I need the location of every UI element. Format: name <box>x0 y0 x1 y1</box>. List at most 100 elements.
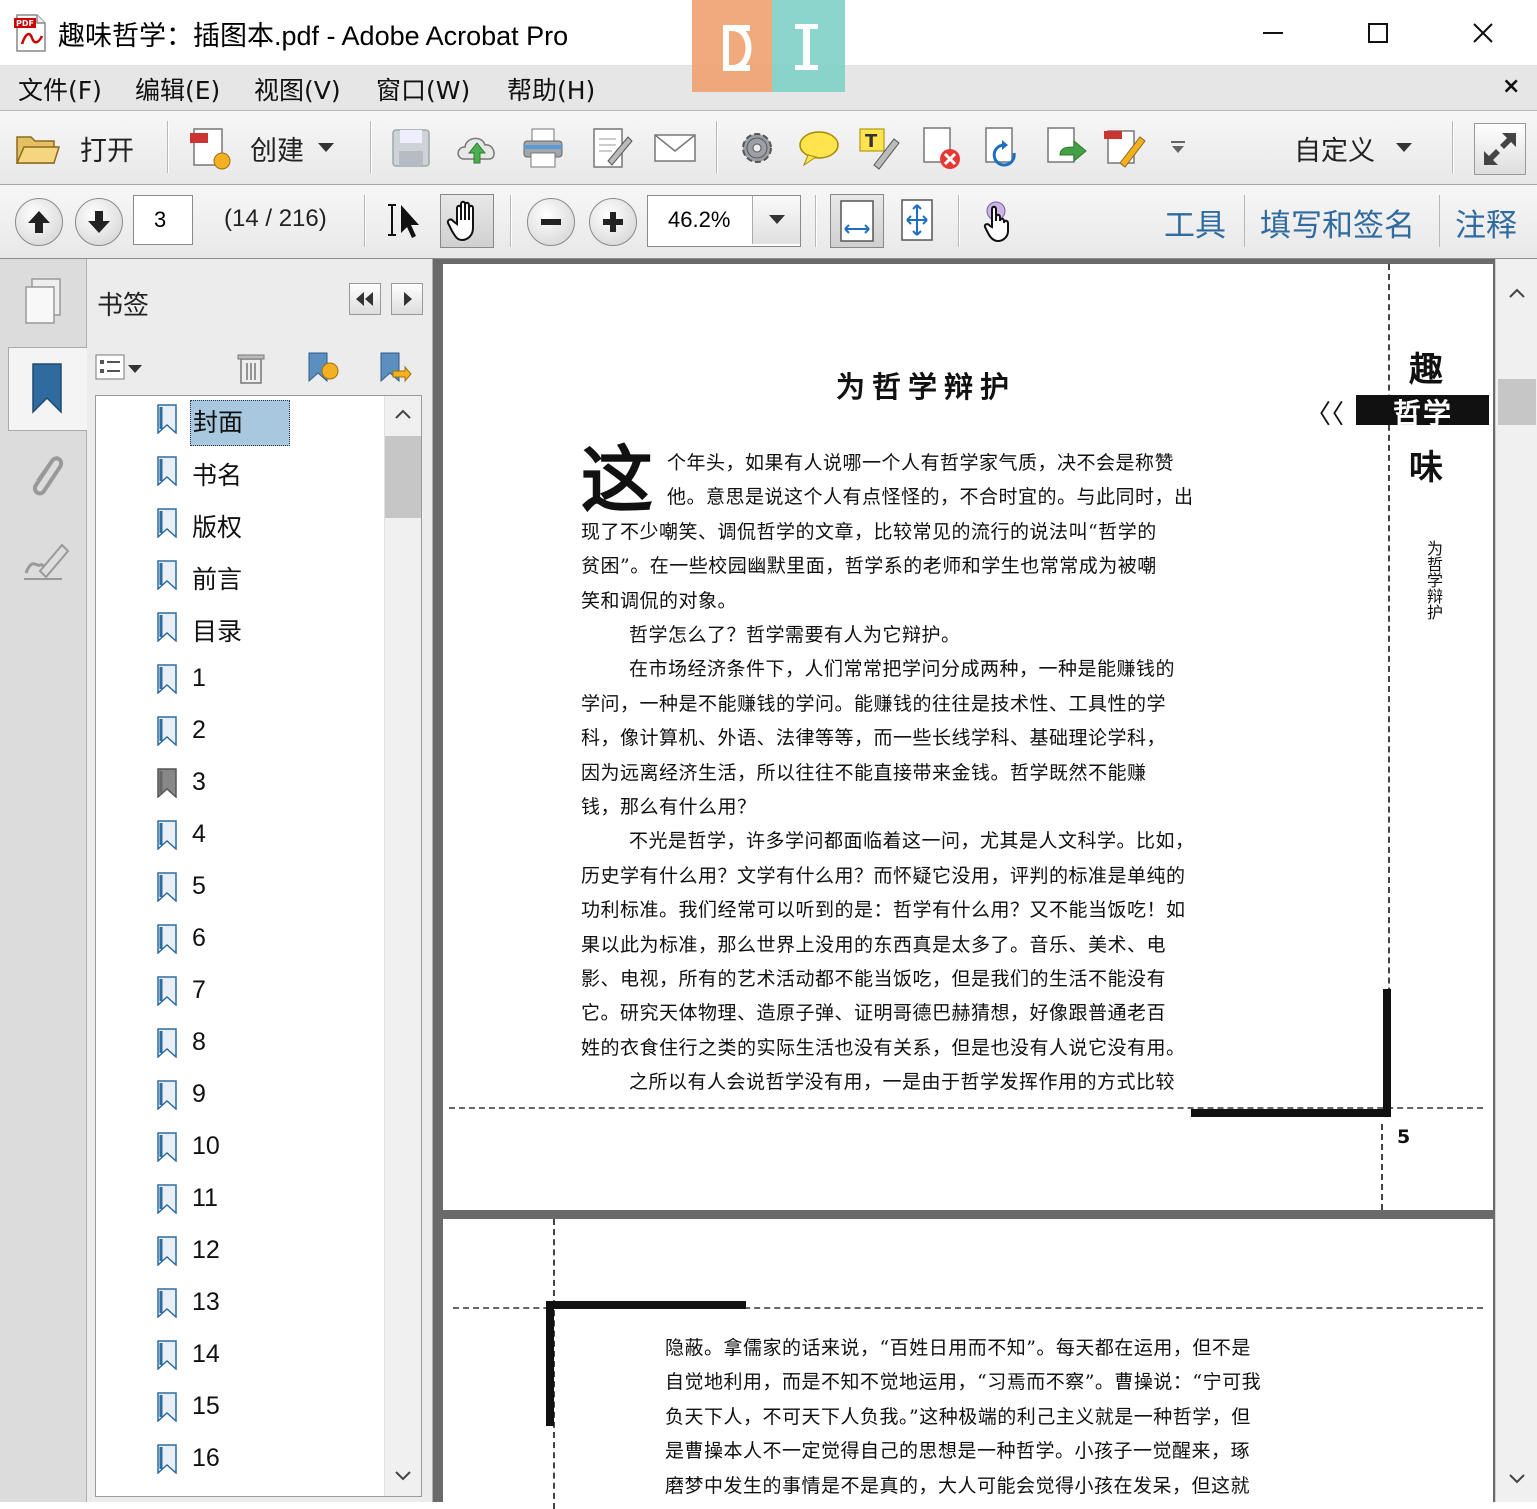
bookmark-item[interactable]: 8 <box>96 1022 386 1074</box>
email-icon[interactable] <box>652 125 698 171</box>
bookmark-icon <box>157 664 177 694</box>
select-tool-icon[interactable] <box>383 197 429 243</box>
zoom-select[interactable]: 46.2% <box>647 195 801 247</box>
tools-pane-button[interactable]: 工具 <box>1164 200 1226 245</box>
bookmark-scrollbar[interactable] <box>384 396 421 1496</box>
next-page-button[interactable] <box>75 198 123 246</box>
edit-text-icon[interactable] <box>1102 125 1148 171</box>
document-scrollbar[interactable] <box>1495 259 1537 1502</box>
side-title-banner-text: 哲学 <box>1393 397 1454 430</box>
scroll-up-icon[interactable] <box>1509 287 1525 299</box>
bookmark-item[interactable]: 11 <box>96 1178 386 1230</box>
menu-view[interactable]: 视图(V) <box>254 71 341 107</box>
attachment-icon[interactable] <box>22 447 66 503</box>
page-thumbnails-icon[interactable] <box>22 277 66 327</box>
touch-read-icon[interactable] <box>976 197 1022 243</box>
minimize-button[interactable] <box>1220 0 1325 65</box>
bookmark-item[interactable]: 封面 <box>96 398 386 450</box>
gear-icon[interactable] <box>734 125 780 171</box>
bookmark-from-selection-icon[interactable] <box>377 351 413 385</box>
maximize-button[interactable] <box>1325 0 1430 65</box>
extract-page-icon[interactable] <box>1042 125 1088 171</box>
page-number-input[interactable] <box>133 195 193 245</box>
side-subtitle: 为哲学辩护 <box>1424 540 1443 620</box>
scroll-down-icon[interactable] <box>395 1470 411 1482</box>
fit-width-button[interactable] <box>830 194 884 248</box>
bookmark-icon <box>157 976 177 1006</box>
text-highlight-icon[interactable]: T <box>856 125 902 171</box>
bookmark-item[interactable]: 3 <box>96 762 386 814</box>
bookmark-item[interactable]: 12 <box>96 1230 386 1282</box>
bookmark-icon <box>157 1288 177 1318</box>
options-menu-icon[interactable] <box>95 353 147 383</box>
double-chevron-left-icon <box>356 292 373 306</box>
zoom-in-button[interactable] <box>589 198 637 246</box>
bookmark-item[interactable]: 前言 <box>96 554 386 606</box>
bookmark-item[interactable]: 16 <box>96 1438 386 1490</box>
bookmark-item[interactable]: 2 <box>96 710 386 762</box>
toolbar-separator <box>716 121 718 173</box>
customize-button[interactable]: 自定义 <box>1294 123 1434 173</box>
zoom-out-button[interactable] <box>527 198 575 246</box>
print-icon[interactable] <box>520 125 566 171</box>
side-title-char: 趣 <box>1409 350 1443 390</box>
zoom-dropdown-button[interactable] <box>752 196 800 244</box>
bookmark-item[interactable]: 目录 <box>96 606 386 658</box>
trash-icon[interactable] <box>237 351 265 385</box>
minimize-icon <box>1262 31 1283 34</box>
expand-button[interactable] <box>1474 123 1526 175</box>
bookmark-item[interactable]: 10 <box>96 1126 386 1178</box>
toolbar-separator <box>1452 121 1454 173</box>
bookmark-item[interactable]: 9 <box>96 1074 386 1126</box>
scroll-up-icon[interactable] <box>395 408 411 420</box>
open-button[interactable]: 打开 <box>12 123 152 173</box>
bookmark-item[interactable]: 书名 <box>96 450 386 502</box>
text-line: 功利标准。我们经常可以听到的是：哲学有什么用？又不能当饭吃！如 <box>581 899 1186 922</box>
create-button[interactable]: 创建 <box>186 123 346 173</box>
signature-icon[interactable] <box>22 537 70 583</box>
bookmark-item[interactable]: 6 <box>96 918 386 970</box>
fit-page-icon[interactable] <box>894 197 940 243</box>
bookmark-item[interactable]: 版权 <box>96 502 386 554</box>
collapse-panel-button[interactable] <box>349 283 381 315</box>
new-bookmark-icon[interactable] <box>305 351 341 385</box>
bookmark-item[interactable]: 14 <box>96 1334 386 1386</box>
document-view[interactable]: 为哲学辩护 这 个年头，如果有人说哪一个人有哲学家气质，决不会是称赞 他。意思是说… <box>433 259 1537 1509</box>
bookmark-item[interactable]: 5 <box>96 866 386 918</box>
bookmark-item[interactable]: 1 <box>96 658 386 710</box>
text-line: 隐蔽。拿儒家的话来说，“百姓日用而不知”。每天都在运用，但不是 <box>665 1337 1251 1359</box>
bookmark-label: 6 <box>192 924 206 952</box>
rotate-page-icon[interactable] <box>980 125 1026 171</box>
edit-document-icon[interactable] <box>588 125 634 171</box>
hand-tool-button[interactable] <box>440 194 494 248</box>
bookmark-scroll-thumb[interactable] <box>385 436 421 518</box>
document-scroll-thumb[interactable] <box>1498 379 1536 425</box>
close-window-button[interactable] <box>1430 0 1535 65</box>
menu-close-button[interactable]: × <box>1502 74 1520 99</box>
bookmark-item[interactable]: 7 <box>96 970 386 1022</box>
bookmark-item[interactable]: 13 <box>96 1282 386 1334</box>
bookmark-icon <box>157 508 177 538</box>
delete-page-icon[interactable] <box>918 125 964 171</box>
bookmark-item[interactable]: 4 <box>96 814 386 866</box>
bookmark-label: 7 <box>192 976 206 1004</box>
bookmark-label: 目录 <box>192 618 243 646</box>
menu-file[interactable]: 文件(F) <box>18 71 102 107</box>
bookmarks-tab[interactable] <box>8 347 87 431</box>
bookmark-icon <box>157 820 177 850</box>
bookmark-item[interactable]: 15 <box>96 1386 386 1438</box>
toolbar-overflow-icon[interactable] <box>1170 139 1186 155</box>
fill-sign-pane-button[interactable]: 填写和签名 <box>1260 200 1415 245</box>
menu-window[interactable]: 窗口(W) <box>376 71 470 107</box>
previous-page-button[interactable] <box>15 198 63 246</box>
scroll-down-icon[interactable] <box>1509 1473 1525 1485</box>
panel-next-button[interactable] <box>391 283 423 315</box>
save-icon[interactable] <box>388 125 434 171</box>
comment-pane-button[interactable]: 注释 <box>1455 200 1517 245</box>
menu-help[interactable]: 帮助(H) <box>507 71 595 107</box>
cloud-upload-icon[interactable] <box>454 125 500 171</box>
menu-edit[interactable]: 编辑(E) <box>135 71 220 107</box>
toolbar-separator <box>958 195 960 247</box>
minus-icon <box>541 219 561 225</box>
comment-icon[interactable] <box>796 125 842 171</box>
